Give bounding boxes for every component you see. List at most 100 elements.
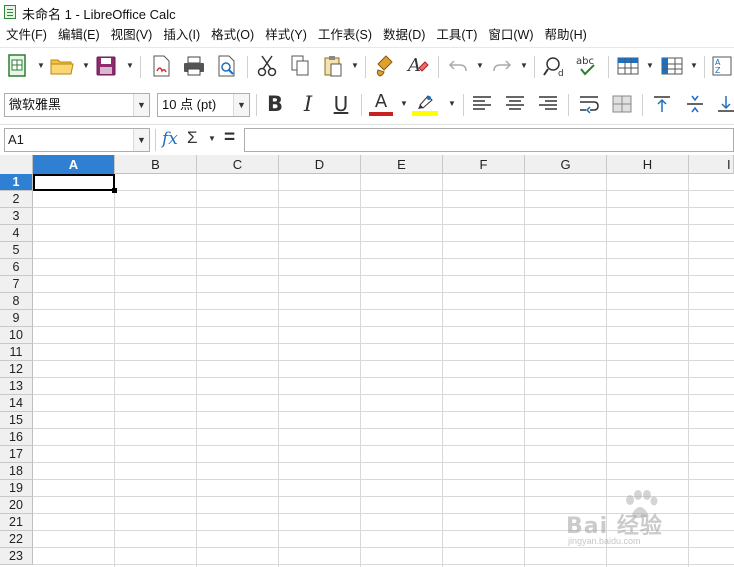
formula-equals-icon[interactable]: = bbox=[224, 127, 235, 149]
row-header-20[interactable]: 20 bbox=[0, 497, 33, 514]
print-preview-icon[interactable] bbox=[213, 52, 241, 80]
highlight-dropdown-arrow-icon[interactable]: ▼ bbox=[448, 100, 456, 108]
redo-dropdown-arrow-icon[interactable]: ▼ bbox=[520, 62, 528, 70]
menu-file[interactable]: 文件(F) bbox=[2, 25, 51, 45]
column-header-c[interactable]: C bbox=[197, 155, 279, 174]
row-header-23[interactable]: 23 bbox=[0, 548, 33, 565]
font-size-combo[interactable]: 10 点 (pt) ▼ bbox=[157, 93, 250, 117]
chevron-down-icon[interactable]: ▼ bbox=[233, 94, 249, 116]
row-header-17[interactable]: 17 bbox=[0, 446, 33, 463]
column-header-d[interactable]: D bbox=[279, 155, 361, 174]
menu-tools[interactable]: 工具(T) bbox=[432, 25, 481, 45]
clear-formatting-icon[interactable]: A bbox=[404, 52, 432, 80]
row-header-14[interactable]: 14 bbox=[0, 395, 33, 412]
open-dropdown-arrow-icon[interactable]: ▼ bbox=[82, 62, 90, 70]
row-header-21[interactable]: 21 bbox=[0, 514, 33, 531]
column-header-f[interactable]: F bbox=[443, 155, 525, 174]
menu-edit[interactable]: 编辑(E) bbox=[54, 25, 104, 45]
italic-button[interactable]: I bbox=[294, 90, 322, 118]
find-replace-icon[interactable]: d bbox=[541, 52, 569, 80]
row-header-2[interactable]: 2 bbox=[0, 191, 33, 208]
row-header-6[interactable]: 6 bbox=[0, 259, 33, 276]
paste-dropdown-arrow-icon[interactable]: ▼ bbox=[351, 62, 359, 70]
font-name-combo[interactable]: 微软雅黑 ▼ bbox=[4, 93, 150, 117]
clone-formatting-icon[interactable] bbox=[371, 52, 399, 80]
menu-sheet[interactable]: 工作表(S) bbox=[314, 25, 376, 45]
row-dropdown-arrow-icon[interactable]: ▼ bbox=[646, 62, 654, 70]
new-dropdown-arrow-icon[interactable]: ▼ bbox=[37, 62, 45, 70]
row-header-5[interactable]: 5 bbox=[0, 242, 33, 259]
row-header-8[interactable]: 8 bbox=[0, 293, 33, 310]
row-header-18[interactable]: 18 bbox=[0, 463, 33, 480]
row-icon[interactable] bbox=[614, 52, 642, 80]
copy-icon[interactable] bbox=[286, 52, 314, 80]
formula-input[interactable] bbox=[244, 128, 734, 152]
menu-data[interactable]: 数据(D) bbox=[379, 25, 429, 45]
row-header-3[interactable]: 3 bbox=[0, 208, 33, 225]
row-header-7[interactable]: 7 bbox=[0, 276, 33, 293]
new-spreadsheet-icon[interactable] bbox=[4, 52, 32, 80]
row-header-10[interactable]: 10 bbox=[0, 327, 33, 344]
row-header-11[interactable]: 11 bbox=[0, 344, 33, 361]
chevron-down-icon[interactable]: ▼ bbox=[133, 129, 149, 151]
wrap-text-icon[interactable] bbox=[575, 90, 603, 118]
sort-icon[interactable]: AZ bbox=[708, 52, 734, 80]
highlight-color-button[interactable] bbox=[411, 90, 439, 118]
chevron-down-icon[interactable]: ▼ bbox=[133, 94, 149, 116]
underline-button[interactable]: U bbox=[327, 90, 355, 118]
column-icon[interactable] bbox=[658, 52, 686, 80]
column-header-e[interactable]: E bbox=[361, 155, 443, 174]
menu-view[interactable]: 视图(V) bbox=[107, 25, 157, 45]
sum-icon[interactable]: Σ bbox=[187, 128, 198, 148]
save-icon[interactable] bbox=[92, 52, 120, 80]
align-left-icon[interactable] bbox=[468, 90, 496, 118]
function-wizard-icon[interactable]: fx bbox=[162, 129, 178, 149]
row-header-15[interactable]: 15 bbox=[0, 412, 33, 429]
align-top-icon[interactable] bbox=[648, 90, 676, 118]
menu-styles[interactable]: 样式(Y) bbox=[261, 25, 311, 45]
align-center-vertically-icon[interactable] bbox=[681, 90, 709, 118]
sum-dropdown-arrow-icon[interactable]: ▼ bbox=[208, 134, 216, 143]
menu-window[interactable]: 窗口(W) bbox=[484, 25, 537, 45]
row-header-22[interactable]: 22 bbox=[0, 531, 33, 548]
paste-icon[interactable] bbox=[319, 52, 347, 80]
row-header-16[interactable]: 16 bbox=[0, 429, 33, 446]
open-folder-icon[interactable] bbox=[48, 52, 76, 80]
print-icon[interactable] bbox=[180, 52, 208, 80]
font-color-dropdown-arrow-icon[interactable]: ▼ bbox=[400, 100, 408, 108]
row-header-4[interactable]: 4 bbox=[0, 225, 33, 242]
row-header-13[interactable]: 13 bbox=[0, 378, 33, 395]
merge-cells-icon[interactable] bbox=[608, 90, 636, 118]
column-dropdown-arrow-icon[interactable]: ▼ bbox=[690, 62, 698, 70]
column-header-i[interactable]: I bbox=[689, 155, 734, 174]
toolbar-separator bbox=[155, 129, 156, 151]
align-right-icon[interactable] bbox=[534, 90, 562, 118]
row-header-9[interactable]: 9 bbox=[0, 310, 33, 327]
active-cell-a1[interactable] bbox=[33, 174, 115, 191]
export-pdf-icon[interactable] bbox=[147, 52, 175, 80]
column-header-b[interactable]: B bbox=[115, 155, 197, 174]
menu-format[interactable]: 格式(O) bbox=[207, 25, 258, 45]
font-color-button[interactable]: A bbox=[367, 90, 395, 118]
column-header-h[interactable]: H bbox=[607, 155, 689, 174]
name-box[interactable]: A1 ▼ bbox=[4, 128, 150, 152]
cell-area[interactable] bbox=[33, 174, 734, 567]
cut-icon[interactable] bbox=[253, 52, 281, 80]
column-header-g[interactable]: G bbox=[525, 155, 607, 174]
column-header-a[interactable]: A bbox=[33, 155, 115, 174]
fill-handle[interactable] bbox=[112, 188, 117, 193]
row-header-19[interactable]: 19 bbox=[0, 480, 33, 497]
spelling-icon[interactable]: abc bbox=[574, 52, 602, 80]
redo-icon[interactable] bbox=[488, 52, 516, 80]
menu-help[interactable]: 帮助(H) bbox=[540, 25, 590, 45]
undo-icon[interactable] bbox=[444, 52, 472, 80]
select-all-corner[interactable] bbox=[0, 155, 33, 174]
bold-button[interactable]: B bbox=[261, 90, 289, 118]
align-bottom-icon[interactable] bbox=[712, 90, 734, 118]
align-center-icon[interactable] bbox=[501, 90, 529, 118]
row-header-12[interactable]: 12 bbox=[0, 361, 33, 378]
row-header-1[interactable]: 1 bbox=[0, 174, 33, 191]
save-dropdown-arrow-icon[interactable]: ▼ bbox=[126, 62, 134, 70]
menu-insert[interactable]: 插入(I) bbox=[159, 25, 204, 45]
undo-dropdown-arrow-icon[interactable]: ▼ bbox=[476, 62, 484, 70]
